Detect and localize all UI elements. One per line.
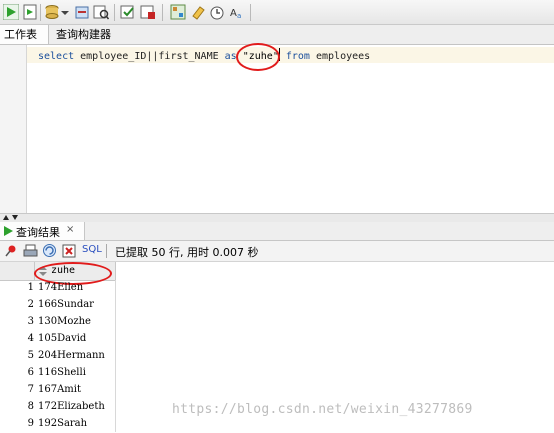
svg-text:a: a — [237, 12, 241, 20]
tab-query-result[interactable]: 查询结果 × — [0, 222, 85, 240]
rollback-icon[interactable] — [74, 4, 90, 20]
run-statement-icon — [4, 226, 13, 236]
format-icon[interactable]: Aa — [229, 4, 245, 20]
cell-value[interactable]: 192Sarah — [38, 418, 87, 429]
result-tabs: 查询结果 × — [0, 222, 554, 241]
table-name: employees — [309, 51, 371, 62]
toolbar-separator — [106, 244, 107, 258]
autotrace-icon[interactable] — [120, 4, 136, 20]
worksheet-toolbar: Aa — [0, 0, 554, 25]
tab-query-builder[interactable]: 查询构建器 — [52, 25, 115, 44]
cell-value[interactable]: 166Sundar — [38, 299, 94, 310]
cell-value[interactable]: 130Mozhe — [38, 316, 91, 327]
run-script-icon[interactable] — [22, 4, 38, 20]
row-number: 2 — [27, 299, 34, 310]
table-row[interactable]: 8 172Elizabeth — [0, 399, 116, 416]
row-number-header — [0, 262, 35, 281]
keyword-as: as — [224, 51, 237, 62]
keyword-from: from — [285, 51, 310, 62]
explain-plan-icon[interactable] — [93, 4, 109, 20]
sql-editor[interactable]: select employee_ID||first_NAME as "zuhe"… — [0, 43, 554, 213]
run-statement-icon[interactable] — [3, 4, 19, 20]
row-number: 6 — [27, 367, 34, 378]
svg-text:A: A — [230, 8, 237, 19]
row-number: 9 — [27, 418, 34, 429]
cell-value[interactable]: 116Shelli — [38, 367, 86, 378]
table-row[interactable]: 5 204Hermann — [0, 348, 116, 365]
print-icon[interactable] — [23, 244, 38, 258]
tab-worksheet[interactable]: 工作表 — [0, 25, 49, 44]
table-row[interactable]: 1 174Ellen — [0, 280, 116, 297]
table-row[interactable]: 2 166Sundar — [0, 297, 116, 314]
unshared-sql-icon[interactable] — [170, 4, 186, 20]
fetch-status: 已提取 50 行, 用时 0.007 秒 — [115, 246, 259, 259]
table-row[interactable]: 4 105David — [0, 331, 116, 348]
sql-button[interactable]: SQL — [82, 244, 102, 255]
eraser-icon[interactable] — [190, 4, 206, 20]
commit-icon[interactable] — [44, 4, 60, 20]
editor-tabs: 工作表 查询构建器 — [0, 25, 554, 45]
row-number: 7 — [27, 384, 34, 395]
cell-value[interactable]: 172Elizabeth — [38, 401, 105, 412]
row-number: 4 — [27, 333, 34, 344]
pin-icon[interactable] — [4, 244, 18, 258]
watermark: https://blog.csdn.net/weixin_43277869 — [172, 402, 473, 417]
cell-value[interactable]: 204Hermann — [38, 350, 105, 361]
table-row[interactable]: 9 192Sarah — [0, 416, 116, 433]
table-row[interactable]: 3 130Mozhe — [0, 314, 116, 331]
cell-value[interactable]: 167Amit — [38, 384, 81, 395]
keyword-select: select — [38, 51, 75, 62]
select-columns: employee_ID||first_NAME — [74, 51, 225, 62]
clear-results-icon[interactable] — [62, 244, 76, 258]
query-result-label: 查询结果 — [16, 226, 60, 239]
row-number: 8 — [27, 401, 34, 412]
cell-value[interactable]: 174Ellen — [38, 282, 83, 293]
sql-history-icon[interactable] — [209, 4, 225, 20]
row-number: 1 — [27, 282, 34, 293]
annotation-circle-alias — [236, 43, 280, 71]
cell-value[interactable]: 105David — [38, 333, 86, 344]
result-toolbar: SQL 已提取 50 行, 用时 0.007 秒 — [0, 241, 554, 262]
column-divider — [115, 280, 116, 432]
splitter-arrows-icon[interactable] — [2, 214, 20, 221]
editor-gutter — [0, 45, 27, 213]
refresh-icon[interactable] — [42, 243, 57, 258]
sql-statement[interactable]: select employee_ID||first_NAME as "zuhe"… — [38, 48, 370, 62]
table-row[interactable]: 6 116Shelli — [0, 365, 116, 382]
close-icon[interactable]: × — [66, 224, 74, 235]
dropdown-arrow-icon[interactable] — [60, 4, 70, 20]
row-number: 5 — [27, 350, 34, 361]
sql-tuning-icon[interactable] — [140, 4, 156, 20]
table-row[interactable]: 7 167Amit — [0, 382, 116, 399]
row-number: 3 — [27, 316, 34, 327]
